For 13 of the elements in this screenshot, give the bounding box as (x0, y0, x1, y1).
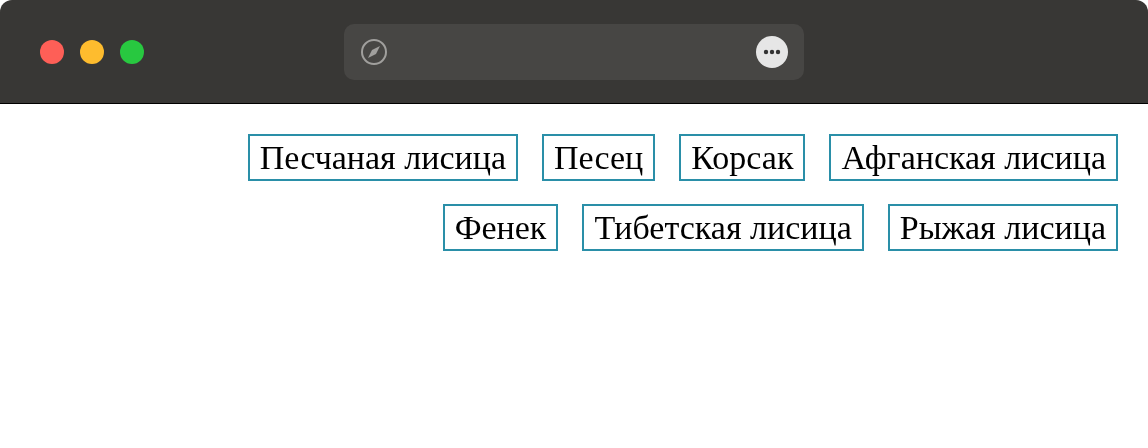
tag: Тибетская лисица (582, 204, 864, 251)
tag: Фенек (442, 204, 559, 251)
maximize-window-icon[interactable] (120, 39, 144, 64)
address-bar[interactable] (344, 23, 804, 80)
tag: Песец (542, 134, 656, 181)
tag: Рыжая лисица (887, 204, 1118, 251)
minimize-window-icon[interactable] (80, 39, 104, 64)
close-window-icon[interactable] (40, 39, 64, 64)
tag: Корсак (679, 134, 806, 181)
compass-icon (360, 37, 388, 66)
more-icon[interactable] (756, 35, 788, 68)
tag: Афганская лисица (829, 134, 1118, 181)
tag: Песчаная лисица (247, 134, 518, 181)
